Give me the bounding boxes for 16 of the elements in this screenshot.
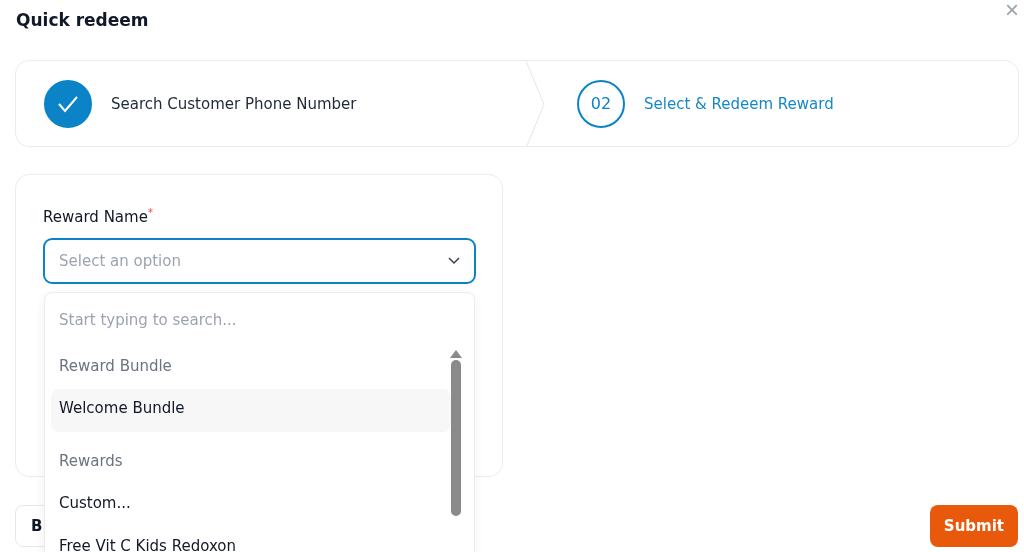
- scrollbar-thumb[interactable]: [451, 360, 461, 516]
- check-icon: [57, 94, 79, 113]
- option-item[interactable]: Custom...: [51, 484, 451, 527]
- submit-button[interactable]: Submit: [929, 505, 1018, 547]
- group-heading: Rewards: [58, 451, 124, 472]
- field-label: Reward Name$^{*}$: [43, 207, 154, 226]
- step-label: Select & Redeem Reward: [644, 94, 834, 113]
- chevron-down-icon: [448, 257, 460, 265]
- required-mark: *: [147, 207, 153, 218]
- scroll-up-icon[interactable]: [450, 350, 462, 358]
- option-item[interactable]: Welcome Bundle: [51, 389, 451, 432]
- group-heading: Reward Bundle: [58, 356, 173, 377]
- step-label: Search Customer Phone Number: [111, 94, 357, 113]
- step-number-circle: 02: [577, 79, 625, 128]
- option-item[interactable]: Free Vit C Kids Redoxon: [51, 527, 451, 552]
- dialog-title: Quick redeem: [15, 10, 149, 30]
